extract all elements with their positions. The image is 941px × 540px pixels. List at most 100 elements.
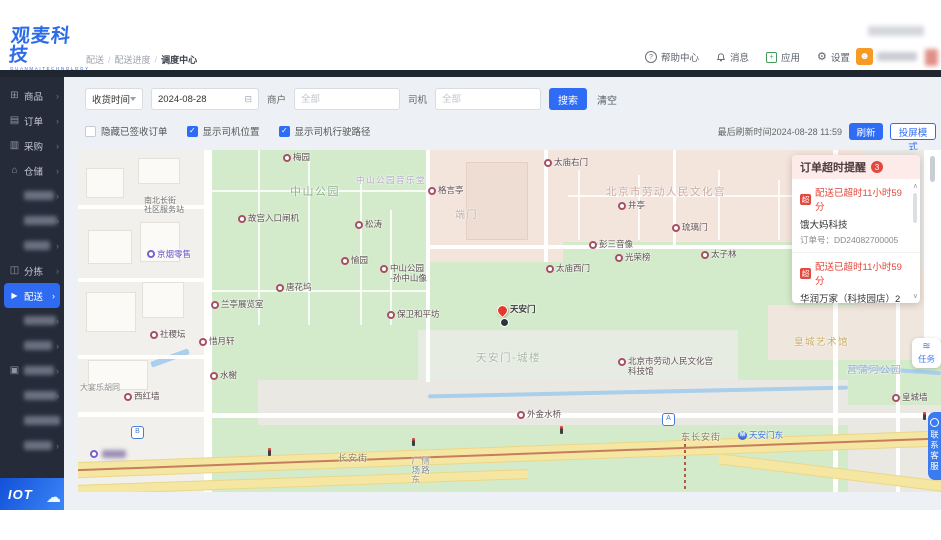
chat-face-icon [930, 418, 939, 427]
sidebar-item[interactable]: 配送 [4, 283, 60, 308]
sidebar-item[interactable] [0, 208, 64, 233]
sidebar-item[interactable] [0, 383, 64, 408]
search-button[interactable]: 搜索 [549, 88, 588, 110]
driver-input[interactable] [435, 88, 542, 110]
map-label: B [131, 426, 144, 439]
refresh-tools: 最后刷新时间2024-08-28 11:59 刷新 投屏模式 [718, 123, 936, 153]
refresh-button[interactable]: 刷新 [849, 123, 883, 140]
map-label-text: 北京市劳动人民文化宫 [606, 186, 726, 198]
sidebar-item[interactable]: 订单 [0, 108, 64, 133]
avatar[interactable] [856, 48, 873, 65]
sidebar-item-label [24, 391, 57, 400]
messages-button[interactable]: 消息 [716, 50, 749, 64]
sidebar-item[interactable] [0, 433, 64, 458]
map-label[interactable]: 天安门 [497, 304, 536, 327]
sidebar-item-label [24, 416, 60, 425]
map-label: 兰亭展览室 [211, 299, 264, 310]
settings-button[interactable]: 设置 [817, 50, 850, 64]
sidebar-item[interactable] [0, 183, 64, 208]
sidebar-item-label [24, 316, 56, 325]
sidebar-item-icon [9, 116, 20, 126]
sidebar-item[interactable]: 分拣 [0, 258, 64, 283]
map-option-checkbox[interactable]: 显示司机行驶路径 [278, 124, 371, 138]
map-label-text: 光荣榜 [625, 252, 651, 262]
panel-scrollbar-thumb[interactable] [913, 193, 917, 223]
map-label: 菖蒲河公园 [847, 365, 903, 377]
chevron-right-icon [56, 366, 59, 376]
sidebar-item[interactable] [0, 358, 64, 383]
map-label-text: 天安门 [510, 304, 536, 314]
order-item[interactable]: 超 配送已超时11小时59分 饿大妈科技 订单号：DD24082700005 [792, 179, 920, 253]
sidebar-item-label: 商品 [24, 91, 44, 103]
chevron-right-icon [56, 341, 59, 351]
merchant-input[interactable] [294, 88, 401, 110]
map-label-text: 松涛 [365, 219, 383, 229]
date-picker[interactable]: 2024-08-28 [151, 88, 259, 110]
map-label: 光荣榜 [615, 252, 651, 263]
map-path [212, 290, 428, 292]
sidebar-item-label [24, 341, 52, 350]
sidebar-item[interactable] [0, 233, 64, 258]
map-option-checkbox[interactable]: 隐藏已签收订单 [85, 124, 168, 138]
map-label: 天安门东 [738, 430, 783, 441]
sidebar-item-icon [9, 366, 20, 376]
breadcrumb-item[interactable]: 配送 [86, 53, 111, 66]
chevron-right-icon [56, 241, 59, 251]
map-label: 太子林 [701, 249, 737, 260]
order-item[interactable]: 超 配送已超时11小时59分 华润万家（科技园店）2 订单号：DD2408270… [792, 253, 920, 303]
map-label: 故宫入口闸机 [238, 213, 299, 224]
order-timeout-panel: 订单超时提醒 3 超 配送已超时11小时59分 饿大妈科技 订单号：DD2408… [792, 155, 920, 303]
sidebar-item[interactable]: 商品 [0, 83, 64, 108]
alert-count-badge: 3 [871, 161, 883, 173]
task-tab[interactable]: 任务 [912, 338, 941, 368]
scrollbar-thumb[interactable] [930, 156, 935, 182]
gear-icon [817, 52, 827, 63]
order-merchant: 饿大妈科技 [800, 220, 848, 231]
map-label-text: 菖蒲河公园 [847, 365, 903, 376]
iot-banner[interactable]: IOT [0, 478, 64, 510]
map-label-text: 北京市劳动人民文化宫 科技馆 [628, 356, 714, 376]
map-label-text: 惜月轩 [209, 336, 235, 346]
map-label-text: 保卫和平坊 [397, 309, 440, 319]
map-label [268, 448, 271, 456]
clear-button[interactable]: 清空 [597, 92, 617, 107]
logo[interactable]: 观麦科技 GUANMAITECHNOLOGY [7, 26, 88, 71]
breadcrumb-item[interactable]: 配送进度 [115, 53, 158, 66]
map-label: 皇城艺术馆 [794, 337, 850, 349]
sidebar-item[interactable]: 采购 [0, 133, 64, 158]
breadcrumb-item[interactable]: 调度中心 [161, 53, 197, 66]
map-label-text: 皇城艺术馆 [794, 337, 850, 348]
map-label-text: 兰亭展览室 [221, 299, 264, 309]
contact-service-button[interactable]: 联系客服 [928, 412, 941, 480]
map-label: 松涛 [355, 219, 383, 230]
bell-icon [716, 52, 726, 61]
map-right-scroll-strip[interactable] [924, 150, 941, 340]
sidebar-item[interactable] [0, 333, 64, 358]
header-divider-strip [0, 70, 941, 77]
panel-scroll-down-icon[interactable] [913, 292, 918, 300]
map-label-text: 中山公园 [290, 186, 340, 198]
sidebar-item[interactable] [0, 308, 64, 333]
checkbox-icon [186, 125, 198, 137]
time-type-select[interactable]: 收货时间 [85, 88, 143, 110]
logo-title: 观麦科技 [7, 26, 73, 66]
map-label: 梅园 [283, 152, 310, 163]
cast-mode-button[interactable]: 投屏模式 [890, 123, 936, 153]
map-label: A [662, 413, 675, 426]
map-label: 太庙右门 [544, 157, 588, 168]
map-label: 大宴乐胡同 [80, 383, 120, 392]
cloud-icon [46, 488, 61, 506]
map-label: 西红墙 [124, 391, 160, 402]
help-center-button[interactable]: 帮助中心 [645, 50, 699, 64]
sidebar-item[interactable] [0, 408, 64, 433]
order-status-row: 超 配送已超时11小时59分 [800, 259, 906, 287]
apps-button[interactable]: 应用 [766, 50, 800, 64]
map-label-text: 南北长街 社区服务站 [144, 196, 184, 215]
map-label: 中山公园 [290, 186, 340, 199]
chevron-right-icon [56, 391, 59, 401]
sidebar-item[interactable]: 仓储 [0, 158, 64, 183]
map-option-checkbox[interactable]: 显示司机位置 [186, 124, 260, 138]
panel-scroll-up-icon[interactable] [913, 182, 918, 190]
sidebar-item-label: 采购 [24, 141, 44, 153]
map-label: 端门 [455, 210, 478, 222]
